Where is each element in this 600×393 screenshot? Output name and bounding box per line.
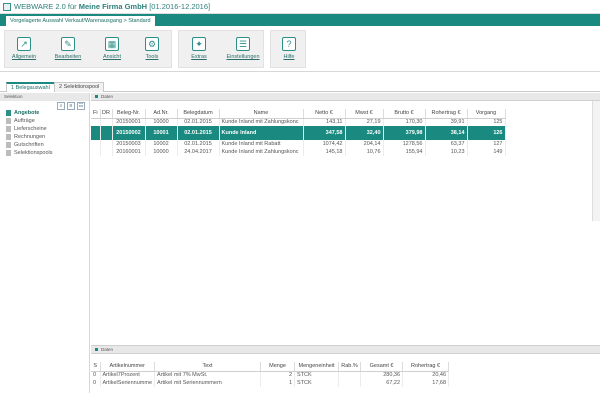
column-header[interactable]: Rohertrag €: [425, 109, 468, 119]
column-header[interactable]: Belegdatum: [177, 109, 220, 119]
extras-icon: ✦: [192, 37, 206, 51]
column-header[interactable]: DR: [100, 109, 113, 119]
settings-icon: ☰: [236, 37, 250, 51]
ribbon-group-main: ↗ Allgemein ✎ Bearbeiten ▦ Ansicht ⚙ Too…: [4, 30, 172, 68]
selection-panel: Selektion ⌕ ≡ ☷ Angebote Aufträge Liefer…: [0, 93, 90, 393]
ribbon-toolbar: ↗ Allgemein ✎ Bearbeiten ▦ Ansicht ⚙ Too…: [0, 26, 600, 72]
document-icon: [6, 118, 11, 124]
tab-selektionspool[interactable]: 2 Selektionspool: [54, 82, 105, 92]
document-icon: [6, 150, 11, 156]
table-row[interactable]: 0 Artikel7Prozent Artikel mit 7% MwSt. 2…: [91, 371, 450, 379]
column-header[interactable]: S: [91, 362, 101, 372]
tools-button[interactable]: ⚙ Tools: [133, 31, 171, 69]
column-header[interactable]: Text: [154, 362, 262, 372]
period-label: [01.2016-12.2016]: [149, 2, 211, 11]
document-tab-strip: Vorgelagerte Auswahl Verkauf/Warenausgan…: [0, 14, 600, 26]
table-row[interactable]: 20160001 10000 24.04.2017 Kunde Inland m…: [91, 148, 506, 156]
column-header[interactable]: Vorgang: [467, 109, 506, 119]
document-type-list: Angebote Aufträge Lieferscheine Rechnung…: [6, 109, 53, 157]
column-header[interactable]: Rohertrag €: [402, 362, 450, 372]
tree-view-icon[interactable]: ☷: [77, 102, 85, 110]
ansicht-button[interactable]: ▦ Ansicht: [93, 31, 131, 69]
title-bar: WEBWARE 2.0 für Meine Firma GmbH [01.201…: [0, 0, 600, 14]
table-row[interactable]: 20150003 10002 02.01.2015 Kunde Inland m…: [91, 140, 506, 148]
nav-item-selektionspools[interactable]: Selektionspools: [6, 149, 53, 157]
nav-item-gutschriften[interactable]: Gutschriften: [6, 141, 53, 149]
nav-item-angebote[interactable]: Angebote: [6, 109, 53, 117]
document-icon: [6, 134, 11, 140]
document-icon: [6, 126, 11, 132]
section-marker-icon: [95, 95, 98, 98]
data-area: Daten Fi DR Beleg-Nr. Ad.Nr. Belegdatum …: [91, 93, 600, 393]
edit-icon: ✎: [61, 37, 75, 51]
ribbon-group-extras: ✦ Extras ☰ Einstellungen: [178, 30, 264, 68]
table-row[interactable]: 20150001 10000 02.01.2015 Kunde Inland m…: [91, 118, 506, 126]
table-row[interactable]: 0 ArtikelSeriennumme Artikel mit Serienn…: [91, 379, 450, 387]
column-header[interactable]: Netto €: [303, 109, 346, 119]
detail-area: Daten S Artikelnummer Text Menge Mengene…: [91, 345, 600, 393]
document-icon: [6, 110, 11, 116]
tab-belegauswahl[interactable]: 1 Belegauswahl: [6, 82, 55, 92]
column-header[interactable]: Menge: [260, 362, 296, 372]
section-marker-icon: [95, 348, 98, 351]
bearbeiten-button[interactable]: ✎ Bearbeiten: [49, 31, 87, 69]
column-header[interactable]: Rab.%: [338, 362, 362, 372]
document-tab[interactable]: Vorgelagerte Auswahl Verkauf/Warenausgan…: [6, 16, 155, 26]
app-name: WEBWARE 2.0 für: [14, 2, 77, 11]
vertical-scrollbar[interactable]: [592, 101, 600, 221]
extras-button[interactable]: ✦ Extras: [179, 31, 219, 69]
document-icon: [6, 142, 11, 148]
help-icon: ?: [282, 37, 296, 51]
nav-item-auftraege[interactable]: Aufträge: [6, 117, 53, 125]
table-header-row: S Artikelnummer Text Menge Mengeneinheit…: [91, 362, 450, 372]
positions-table: S Artikelnummer Text Menge Mengeneinheit…: [91, 362, 450, 387]
nav-item-lieferscheine[interactable]: Lieferscheine: [6, 125, 53, 133]
list-view-icon[interactable]: ≡: [67, 102, 75, 110]
gear-icon: ⚙: [145, 37, 159, 51]
view-icon: ▦: [105, 37, 119, 51]
column-header[interactable]: Mengeneinheit: [294, 362, 340, 372]
arrow-icon: ↗: [17, 37, 31, 51]
company-name: Meine Firma GmbH: [78, 2, 148, 11]
column-header[interactable]: Gesamt €: [360, 362, 404, 372]
selection-header: Selektion: [0, 93, 89, 101]
column-header[interactable]: Brutto €: [383, 109, 426, 119]
allgemein-button[interactable]: ↗ Allgemein: [5, 31, 43, 69]
column-header[interactable]: Fi: [91, 109, 101, 119]
detail-data-header: Daten: [91, 346, 600, 354]
search-icon[interactable]: ⌕: [57, 102, 65, 110]
main-data-header: Daten: [91, 93, 600, 101]
column-header[interactable]: Name: [219, 109, 304, 119]
column-header[interactable]: Mwst €: [345, 109, 384, 119]
column-header[interactable]: Beleg-Nr.: [112, 109, 146, 119]
nav-item-rechnungen[interactable]: Rechnungen: [6, 133, 53, 141]
app-icon: [3, 2, 11, 11]
column-header[interactable]: Ad.Nr.: [145, 109, 178, 119]
panel-tools: ⌕ ≡ ☷: [57, 102, 85, 110]
documents-table: Fi DR Beleg-Nr. Ad.Nr. Belegdatum Name N…: [91, 109, 506, 156]
einstellungen-button[interactable]: ☰ Einstellungen: [221, 31, 265, 69]
column-header[interactable]: Artikelnummer: [100, 362, 156, 372]
view-tabs: 1 Belegauswahl 2 Selektionspool: [0, 81, 600, 92]
table-row-selected[interactable]: 20150002 10001 02.01.2015 Kunde Inland 3…: [91, 126, 506, 140]
ribbon-group-help: ? Hilfe: [270, 30, 306, 68]
window-title: WEBWARE 2.0 für Meine Firma GmbH [01.201…: [14, 2, 210, 11]
table-header-row: Fi DR Beleg-Nr. Ad.Nr. Belegdatum Name N…: [91, 109, 506, 119]
hilfe-button[interactable]: ? Hilfe: [271, 31, 307, 69]
